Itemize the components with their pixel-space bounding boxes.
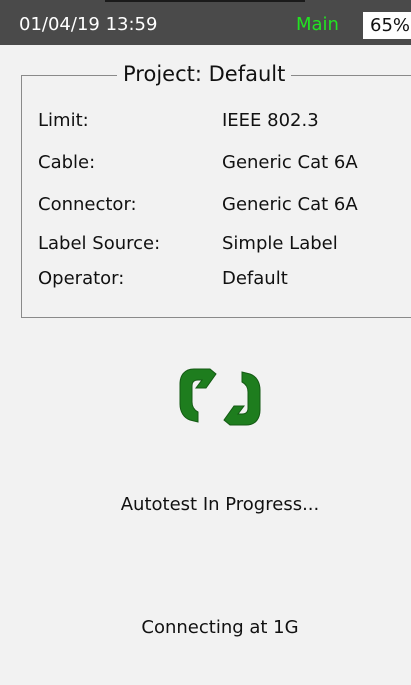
status-mode[interactable]: Main [296, 14, 339, 36]
limit-value: IEEE 802.3 [222, 110, 319, 131]
status-bar-divider [105, 0, 305, 2]
status-bar: 01/04/19 13:59 Main 65% [0, 0, 411, 45]
operator-value: Default [222, 268, 288, 289]
connection-status: Connecting at 1G [141, 617, 299, 638]
limit-label: Limit: [38, 110, 89, 131]
project-title: Project: Default [117, 60, 292, 88]
label-source-value: Simple Label [222, 233, 338, 254]
cable-label: Cable: [38, 152, 96, 173]
battery-indicator: 65% [363, 12, 411, 39]
sync-icon [179, 368, 261, 426]
status-datetime: 01/04/19 13:59 [19, 14, 158, 35]
label-source-label: Label Source: [38, 233, 161, 254]
connector-value: Generic Cat 6A [222, 194, 358, 215]
operator-label: Operator: [38, 268, 125, 289]
connector-label: Connector: [38, 194, 137, 215]
cable-value: Generic Cat 6A [222, 152, 358, 173]
autotest-status: Autotest In Progress... [120, 494, 320, 515]
